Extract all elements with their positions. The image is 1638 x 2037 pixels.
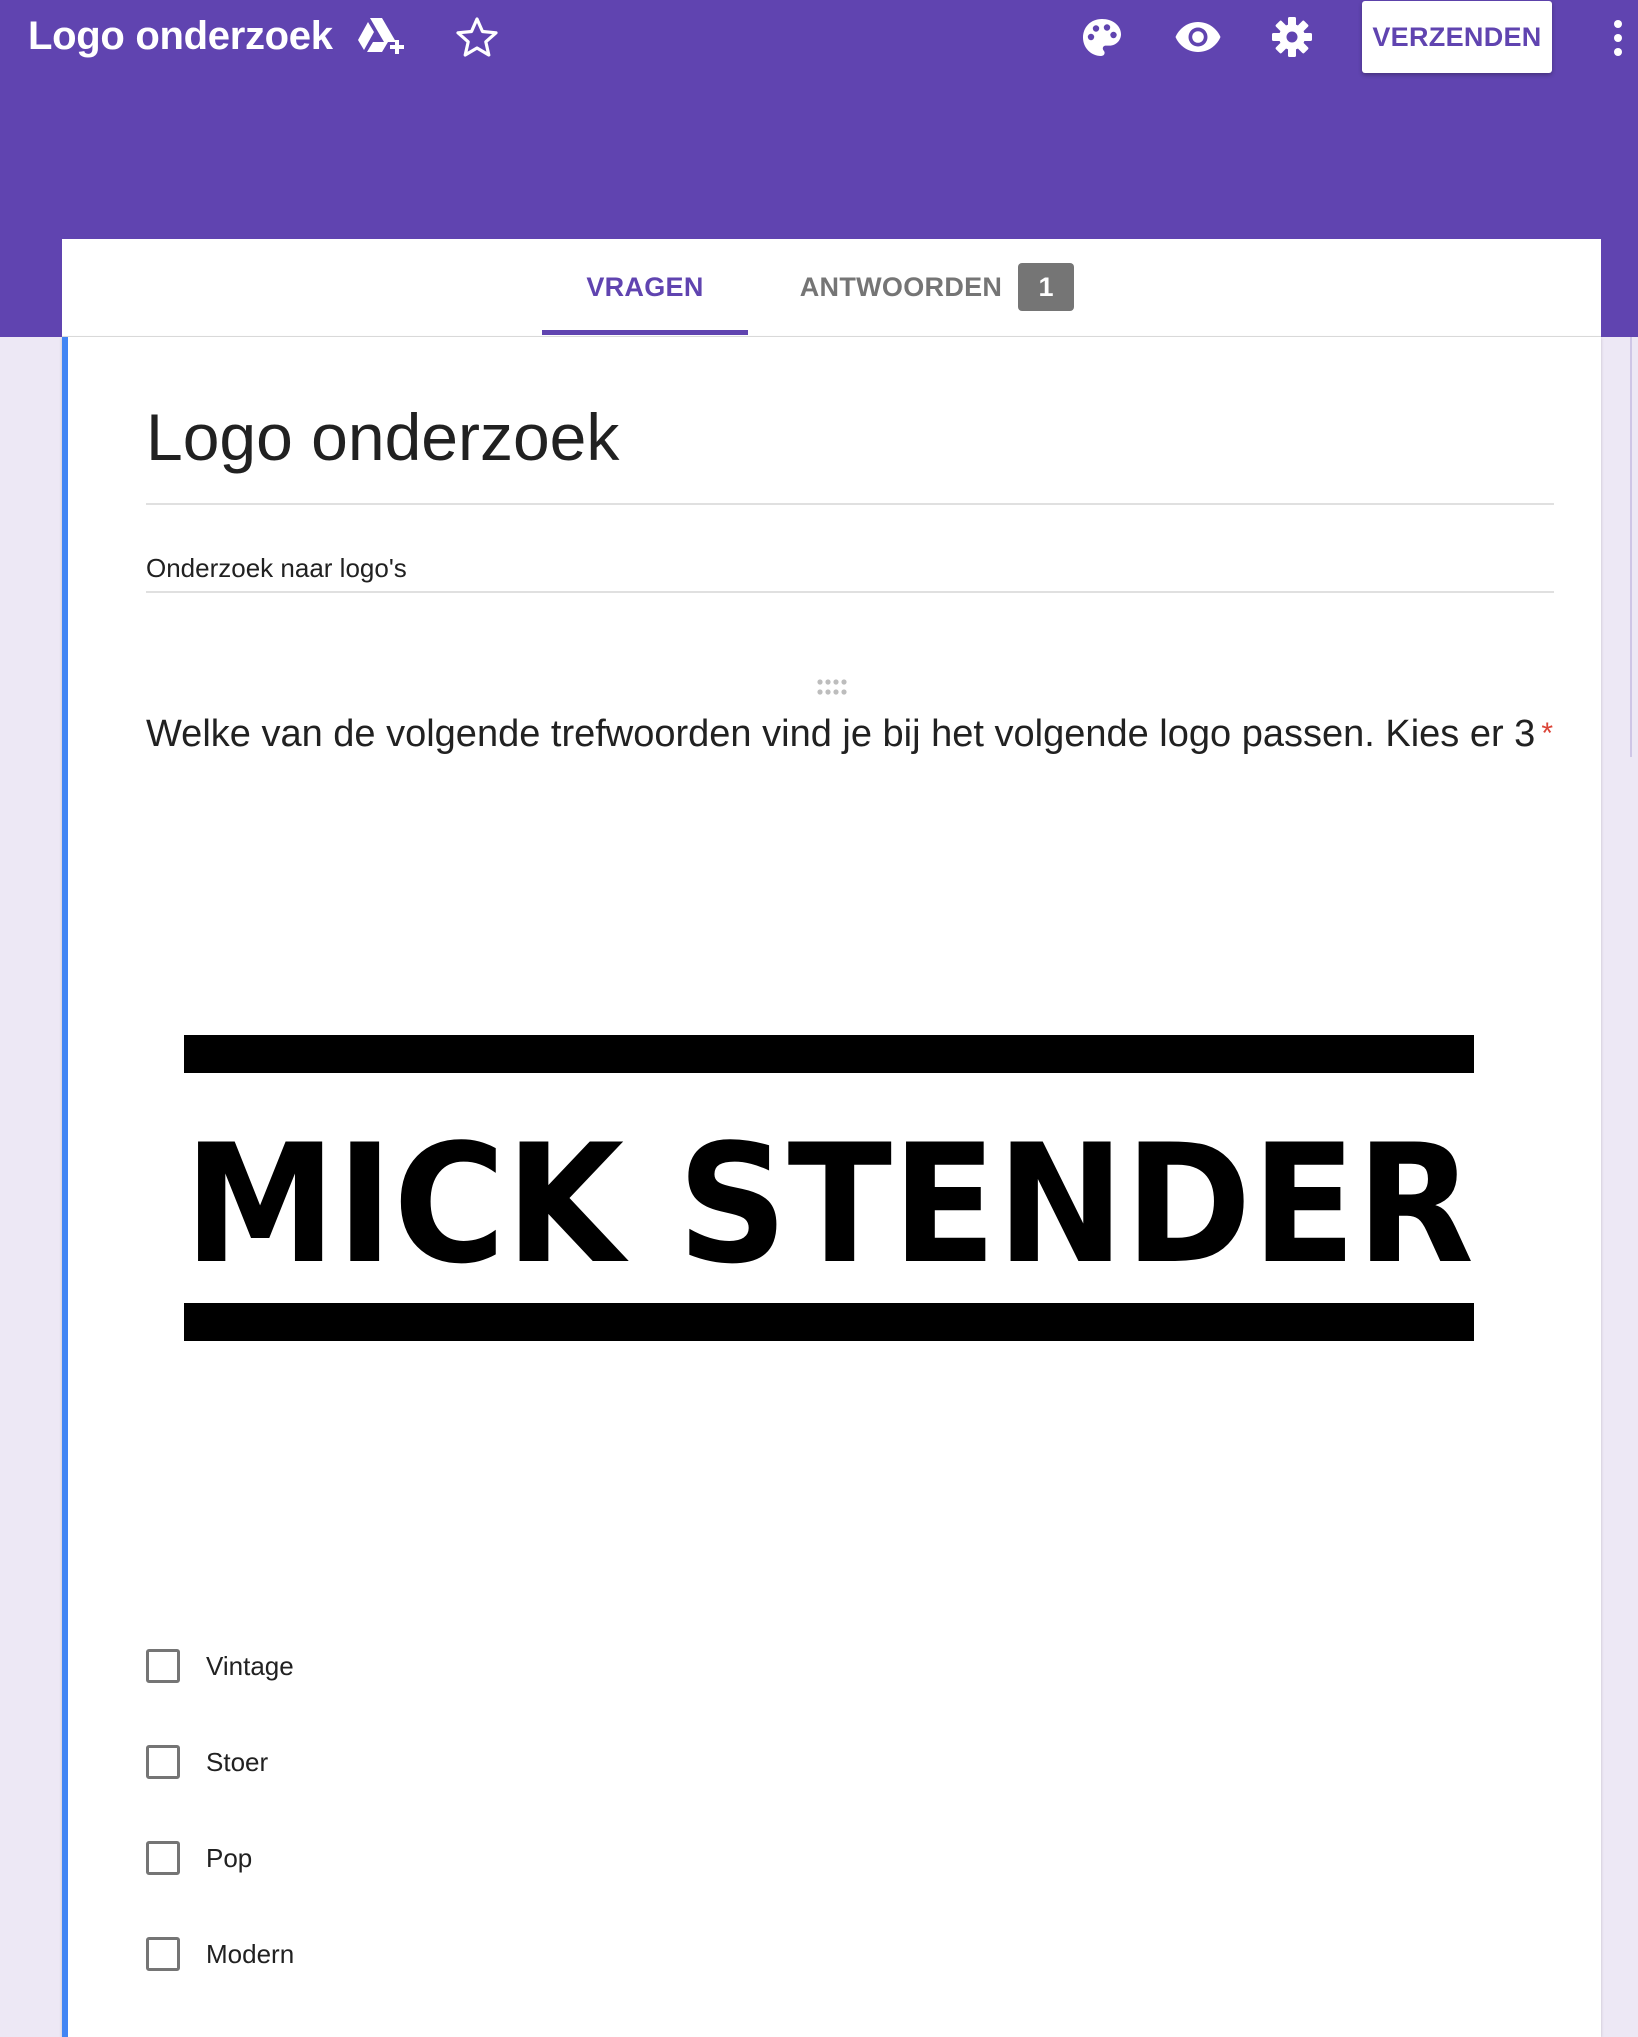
drag-handle-icon[interactable] <box>816 677 848 697</box>
form-description-field[interactable]: Onderzoek naar logo's <box>146 553 407 584</box>
option-label: Modern <box>206 1938 295 1969</box>
more-vert-icon[interactable] <box>1612 18 1624 58</box>
form-card: Logo onderzoek Onderzoek naar logo's Wel… <box>62 337 1601 2037</box>
checkbox[interactable] <box>146 1745 180 1779</box>
option-vintage[interactable]: Vintage <box>146 1646 294 1686</box>
option-stoer[interactable]: Stoer <box>146 1742 268 1782</box>
form-title-field[interactable]: Logo onderzoek <box>146 399 619 475</box>
tab-answers[interactable]: ANTWOORDEN <box>780 239 1022 336</box>
palette-icon[interactable] <box>1080 16 1124 60</box>
checkbox[interactable] <box>146 1937 180 1971</box>
tabs-bar: VRAGEN ANTWOORDEN 1 <box>62 239 1601 337</box>
option-label: Vintage <box>206 1650 294 1681</box>
app-title: Logo onderzoek <box>28 14 333 58</box>
option-modern[interactable]: Modern <box>146 1934 294 1974</box>
eye-icon[interactable] <box>1174 18 1222 56</box>
checkbox[interactable] <box>146 1841 180 1875</box>
option-label: Pop <box>206 1842 253 1873</box>
send-button[interactable]: VERZENDEN <box>1362 1 1552 73</box>
selected-section-indicator <box>62 337 68 2037</box>
option-label: Stoer <box>206 1746 269 1777</box>
active-tab-indicator <box>542 330 748 335</box>
question-logo-image: MICK STENDER <box>184 1035 1474 1341</box>
option-pop[interactable]: Pop <box>146 1838 252 1878</box>
form-description-underline <box>146 591 1554 593</box>
scrollbar-edge <box>1630 337 1632 757</box>
logo-text: MICK STENDER <box>184 1109 1474 1300</box>
question-title[interactable]: Welke van de volgende trefwoorden vind j… <box>146 707 1566 761</box>
question-text: Welke van de volgende trefwoorden vind j… <box>146 713 1536 755</box>
tab-questions[interactable]: VRAGEN <box>542 239 748 336</box>
answers-count-badge: 1 <box>1018 263 1074 311</box>
form-title-underline <box>146 503 1554 505</box>
drive-add-icon[interactable] <box>356 16 406 60</box>
star-icon[interactable] <box>455 16 499 58</box>
gear-icon[interactable] <box>1270 15 1314 59</box>
checkbox[interactable] <box>146 1649 180 1683</box>
required-asterisk: * <box>1541 717 1553 750</box>
